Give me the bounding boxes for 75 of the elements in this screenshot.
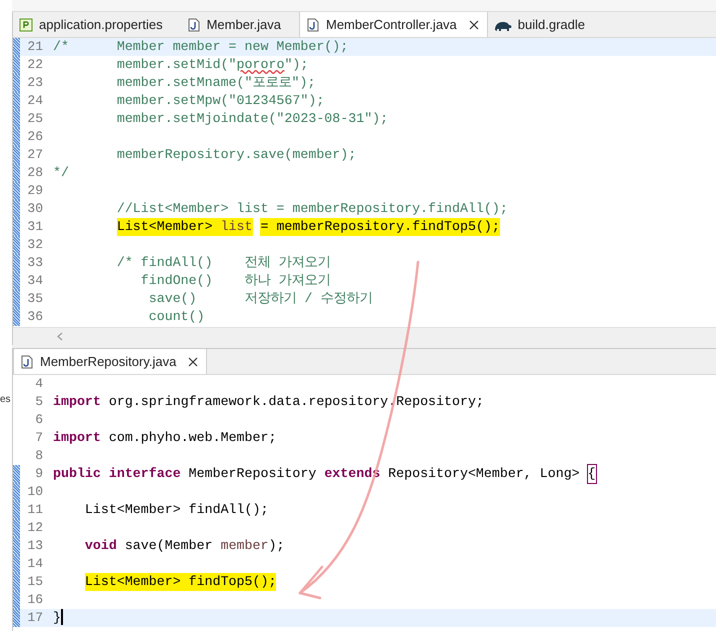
java-file-icon <box>306 18 320 32</box>
code-comment: save() 저장하기 / 수정하기 <box>148 290 372 308</box>
line-number: 29 <box>26 182 44 200</box>
code-comment: */ <box>53 164 69 182</box>
code-keyword: import <box>53 429 101 447</box>
line-number: 32 <box>26 236 44 254</box>
line-number: 23 <box>26 74 44 92</box>
java-file-icon <box>186 18 201 32</box>
line-number: 28 <box>26 164 44 182</box>
line-number: 34 <box>26 272 44 290</box>
line-number: 31 <box>26 218 44 236</box>
misspelled-word: pororo <box>236 56 284 74</box>
close-icon[interactable] <box>468 20 479 30</box>
code-comment: findOne() 하나 가져오기 <box>140 272 330 290</box>
line-number: 4 <box>34 375 44 394</box>
code-text: org.springframework.data.repository.Repository; <box>108 393 484 411</box>
line-number: 5 <box>34 393 44 412</box>
line-number: 8 <box>34 447 44 466</box>
code-text: com.phyho.web.Member; <box>108 429 276 447</box>
editor-tab[interactable]: build.gradle <box>488 12 603 37</box>
code-comment: member.setMjoindate("2023-08-31"); <box>116 110 388 128</box>
properties-file-icon <box>19 18 33 32</box>
code-comment: count() <box>148 308 205 326</box>
line-number: 12 <box>26 519 44 538</box>
code-comment: "); <box>284 56 308 74</box>
bracket-match: { <box>588 465 596 483</box>
line-number: 9 <box>34 465 44 484</box>
highlighted-code: List<Member> <box>116 218 221 236</box>
line-number: 36 <box>26 308 44 326</box>
editor-tab[interactable]: MemberRepository.java <box>13 349 208 374</box>
view-label: es <box>0 393 12 407</box>
close-icon[interactable] <box>188 356 198 366</box>
code-comment: //List<Member> list = memberRepository.findAll(); <box>116 200 508 218</box>
code-comment: /* Member member = new Member(); <box>53 38 348 56</box>
editor-tab[interactable]: application.properties <box>13 12 181 37</box>
java-file-icon <box>20 354 34 368</box>
line-number: 22 <box>26 56 44 74</box>
highlighted-code: = memberRepository.findTop5(); <box>260 218 500 236</box>
code-text: Repository<Member, Long> <box>388 465 581 483</box>
line-number: 11 <box>26 501 44 520</box>
code-text: } <box>53 609 61 627</box>
code-comment: member.setMname("포로로"); <box>116 74 316 92</box>
code-text: ); <box>268 537 284 555</box>
code-keyword: import <box>53 393 101 411</box>
code-keyword: extends <box>324 465 380 483</box>
line-number: 16 <box>26 591 44 610</box>
editor-tab[interactable]: MemberController.java <box>299 12 488 37</box>
code-variable: member <box>220 537 268 555</box>
editor-tab[interactable]: Member.java <box>180 12 299 37</box>
code-keyword: void <box>84 537 117 555</box>
code-text: List<Member> findAll(); <box>84 501 268 519</box>
line-number: 7 <box>34 429 44 448</box>
line-number: 13 <box>26 537 44 556</box>
line-number: 15 <box>26 573 44 592</box>
line-number: 27 <box>26 146 44 164</box>
line-number: 26 <box>26 128 44 146</box>
line-number: 21 <box>26 38 44 56</box>
line-number: 14 <box>26 555 44 574</box>
highlighted-code: list <box>220 218 252 236</box>
code-comment: /* findAll() 전체 가져오기 <box>116 254 330 272</box>
code-comment: member.setMpw("01234567"); <box>116 92 324 110</box>
line-number: 24 <box>26 92 44 110</box>
line-number: 35 <box>26 290 44 308</box>
code-comment: member.setMid(" <box>116 56 237 74</box>
line-number: 30 <box>26 200 44 218</box>
line-number: 10 <box>26 483 44 502</box>
code-text: save(Member <box>124 537 214 555</box>
highlighted-code: List<Member> findTop5(); <box>84 573 276 591</box>
line-number: 6 <box>34 411 44 430</box>
line-number: 17 <box>26 609 44 628</box>
code-comment: memberRepository.save(member); <box>116 146 356 164</box>
code-keyword: public interface <box>53 465 181 483</box>
code-text: MemberRepository <box>188 465 318 483</box>
line-number: 33 <box>26 254 44 272</box>
line-number: 25 <box>26 110 44 128</box>
